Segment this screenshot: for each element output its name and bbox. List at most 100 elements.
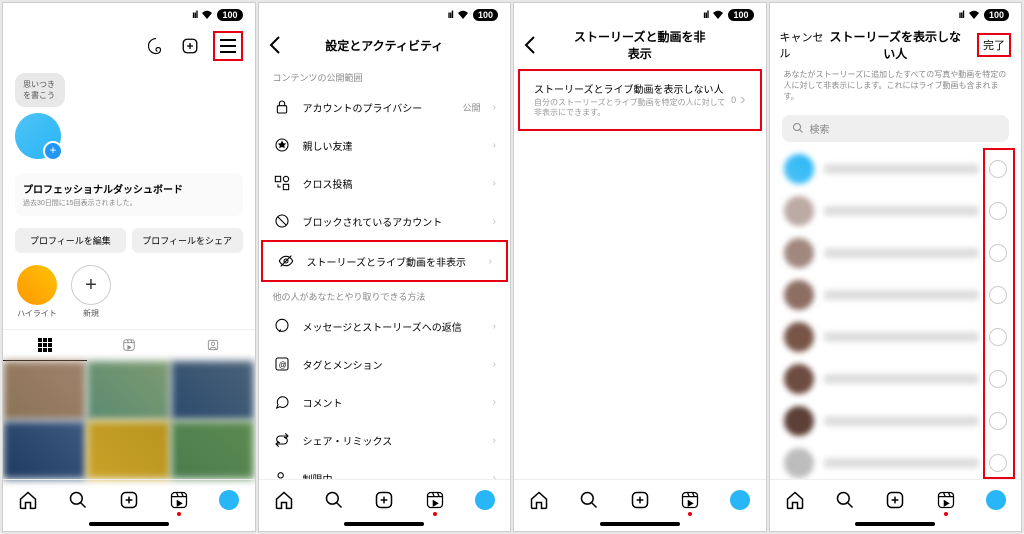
checkbox[interactable] — [989, 286, 1007, 304]
row-blocked[interactable]: ブロックされているアカウント › — [259, 202, 511, 240]
list-item[interactable] — [770, 316, 1022, 358]
status-bar: ııl 100 — [770, 3, 1022, 27]
reels-icon[interactable] — [680, 490, 700, 510]
home-icon[interactable] — [529, 490, 549, 510]
post-thumbnail[interactable] — [87, 361, 170, 420]
post-thumbnail[interactable] — [3, 361, 86, 420]
username — [824, 374, 980, 384]
list-item[interactable] — [770, 400, 1022, 442]
create-icon[interactable] — [885, 490, 905, 510]
edit-profile-button[interactable]: プロフィールを編集 — [15, 228, 126, 253]
checkbox[interactable] — [989, 202, 1007, 220]
reels-icon[interactable] — [425, 490, 445, 510]
post-thumbnail[interactable] — [87, 421, 170, 480]
plus-icon: + — [71, 265, 111, 305]
row-account-privacy[interactable]: アカウントのプライバシー 公開 › — [259, 88, 511, 126]
back-icon[interactable] — [524, 36, 536, 54]
list-item[interactable] — [770, 190, 1022, 232]
back-icon[interactable] — [269, 36, 281, 54]
row-messages[interactable]: メッセージとストーリーズへの返信 › — [259, 307, 511, 345]
star-icon — [273, 136, 291, 154]
section-label: 他の人があなたとやり取りできる方法 — [259, 282, 511, 307]
chevron-right-icon: › — [493, 359, 496, 370]
signal-icon: ııl — [448, 10, 453, 21]
bottom-nav — [514, 479, 766, 519]
note-section[interactable]: 思いつきを書こう — [15, 73, 243, 159]
row-crosspost[interactable]: クロス投稿 › — [259, 164, 511, 202]
description-text: あなたがストーリーズに追加したすべての写真や動画を特定の人に対して非表示にします… — [770, 63, 1022, 109]
comment-icon — [273, 393, 291, 411]
message-icon — [273, 317, 291, 335]
profile-icon[interactable] — [219, 490, 239, 510]
checkbox[interactable] — [989, 160, 1007, 178]
checkbox[interactable] — [989, 328, 1007, 346]
profile-avatar[interactable] — [15, 113, 61, 159]
wifi-icon — [712, 10, 724, 20]
list-item[interactable] — [770, 358, 1022, 400]
item-count: 0 — [731, 95, 736, 105]
list-item[interactable] — [770, 148, 1022, 190]
cancel-button[interactable]: キャンセル — [780, 29, 830, 61]
tab-tagged[interactable] — [171, 330, 255, 361]
row-label: シェア・リミックス — [303, 433, 481, 448]
item-description: 自分のストーリーズとライブ動画を特定の人に対して非表示にできます。 — [534, 98, 727, 119]
search-icon[interactable] — [68, 490, 88, 510]
row-restricted[interactable]: 制限中 › — [259, 459, 511, 479]
row-comments[interactable]: コメント › — [259, 383, 511, 421]
checkbox[interactable] — [989, 244, 1007, 262]
wifi-icon — [201, 10, 213, 20]
chevron-right-icon: › — [493, 216, 496, 227]
highlight-item[interactable]: ハイライト — [17, 265, 57, 319]
reels-icon[interactable] — [936, 490, 956, 510]
tab-grid[interactable] — [3, 330, 87, 361]
item-title: ストーリーズとライブ動画を表示しない人 — [534, 81, 727, 96]
row-tags[interactable]: @ タグとメンション › — [259, 345, 511, 383]
row-value: 公開 — [463, 101, 481, 114]
home-icon[interactable] — [18, 490, 38, 510]
threads-icon[interactable] — [145, 35, 167, 57]
professional-dashboard[interactable]: プロフェッショナルダッシュボード 過去30日間に15回表示されました。 — [15, 173, 243, 216]
list-item[interactable] — [770, 442, 1022, 479]
screen-select-people: ııl 100 キャンセル ストーリーズを表示しない人 完了 あなたがストーリー… — [769, 2, 1023, 532]
post-thumbnail[interactable] — [3, 421, 86, 480]
tab-reels[interactable] — [87, 330, 171, 361]
chevron-right-icon: › — [493, 321, 496, 332]
block-icon — [273, 212, 291, 230]
post-thumbnail[interactable] — [171, 421, 254, 480]
create-icon[interactable] — [179, 35, 201, 57]
post-thumbnail[interactable] — [171, 361, 254, 420]
avatar — [784, 238, 814, 268]
profile-icon[interactable] — [986, 490, 1006, 510]
home-icon[interactable] — [785, 490, 805, 510]
search-icon[interactable] — [324, 490, 344, 510]
search-icon[interactable] — [579, 490, 599, 510]
create-icon[interactable] — [630, 490, 650, 510]
username — [824, 290, 980, 300]
username — [824, 416, 980, 426]
search-input[interactable]: 検索 — [782, 115, 1010, 142]
hide-story-from-item[interactable]: ストーリーズとライブ動画を表示しない人 自分のストーリーズとライブ動画を特定の人… — [518, 69, 762, 131]
create-icon[interactable] — [374, 490, 394, 510]
home-icon[interactable] — [274, 490, 294, 510]
menu-icon[interactable] — [213, 31, 243, 61]
search-icon[interactable] — [835, 490, 855, 510]
list-item[interactable] — [770, 232, 1022, 274]
done-button[interactable]: 完了 — [977, 33, 1011, 57]
checkbox[interactable] — [989, 370, 1007, 388]
create-icon[interactable] — [119, 490, 139, 510]
highlight-new[interactable]: + 新規 — [71, 265, 111, 319]
row-hide-story[interactable]: ストーリーズとライブ動画を非表示 › — [261, 240, 509, 282]
profile-icon[interactable] — [475, 490, 495, 510]
checkbox[interactable] — [989, 454, 1007, 472]
row-close-friends[interactable]: 親しい友達 › — [259, 126, 511, 164]
profile-icon[interactable] — [730, 490, 750, 510]
username — [824, 206, 980, 216]
home-indicator — [89, 522, 169, 526]
avatar — [784, 364, 814, 394]
list-item[interactable] — [770, 274, 1022, 316]
share-profile-button[interactable]: プロフィールをシェア — [132, 228, 243, 253]
row-share[interactable]: シェア・リミックス › — [259, 421, 511, 459]
signal-icon: ııl — [192, 10, 197, 21]
checkbox[interactable] — [989, 412, 1007, 430]
reels-icon[interactable] — [169, 490, 189, 510]
